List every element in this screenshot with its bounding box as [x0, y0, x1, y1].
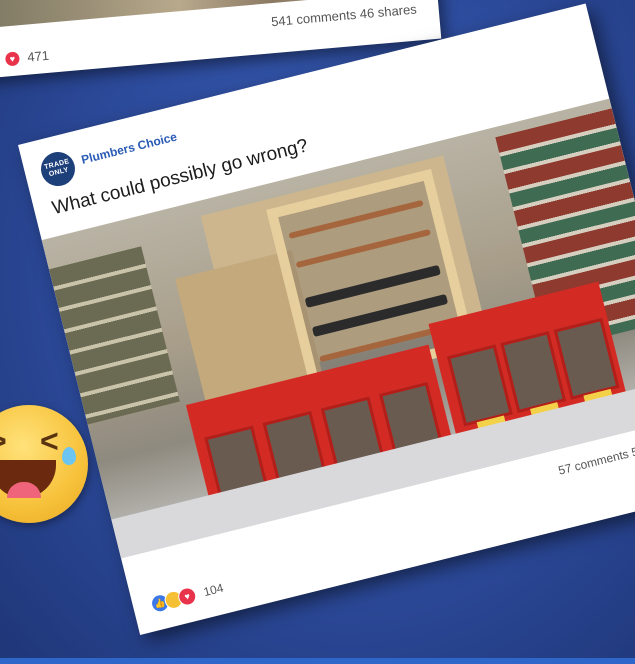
copper-pipe: [295, 228, 431, 269]
emoji-mouth: [0, 460, 56, 498]
store-shelf-left: [48, 246, 180, 425]
previous-post-stats[interactable]: 541 comments 46 shares: [271, 2, 418, 30]
copper-pipe: [288, 199, 424, 240]
love-icon: ♥: [4, 50, 20, 67]
parts-bin: [553, 317, 620, 404]
page-logo[interactable]: TRADE ONLY: [37, 148, 79, 190]
post-card: TRADE ONLY Plumbers Choice What could po…: [18, 3, 635, 635]
post-reaction-count: 104: [202, 580, 225, 600]
post-reactions[interactable]: 👍 ♥ 104: [149, 579, 225, 615]
previous-post-reaction-count: 471: [26, 47, 50, 65]
page-name[interactable]: Plumbers Choice: [80, 130, 179, 167]
emoji-eye-right: <: [40, 423, 59, 459]
previous-post-reactions[interactable]: ♥ 471: [4, 47, 50, 67]
laughing-emoji-icon: > <: [0, 405, 88, 523]
emoji-tear: [62, 447, 76, 465]
emoji-tongue: [7, 482, 41, 498]
reaction-icons: 👍 ♥: [149, 585, 199, 615]
bottom-accent-bar: [0, 658, 635, 664]
emoji-eye-left: >: [0, 423, 7, 460]
